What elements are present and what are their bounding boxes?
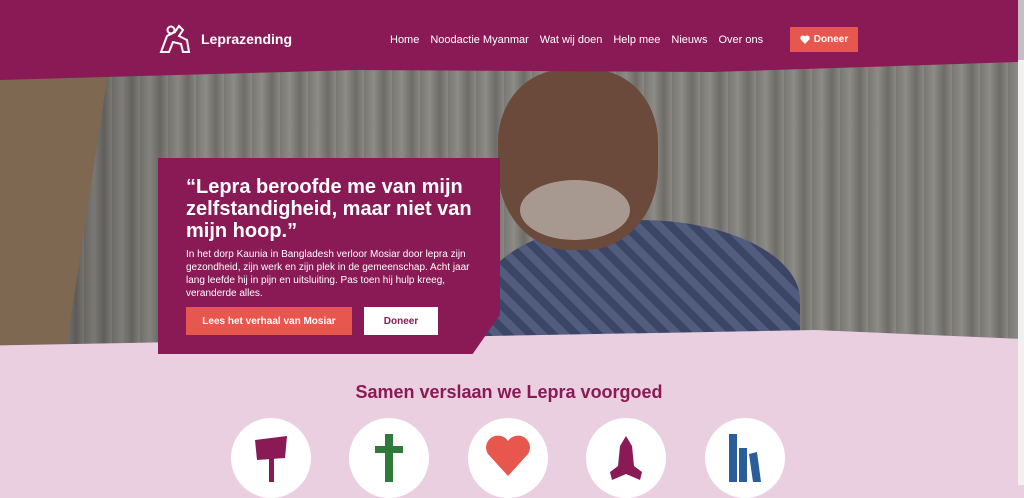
- read-story-button[interactable]: Lees het verhaal van Mosiar: [186, 307, 352, 335]
- praying-hands-icon: [610, 436, 642, 480]
- icon-circle-books[interactable]: [705, 418, 785, 498]
- hero-quote: “Lepra beroofde me van mijn zelfstandigh…: [186, 176, 472, 242]
- nav-item-wat-wij-doen[interactable]: Wat wij doen: [540, 34, 603, 46]
- nav-item-home[interactable]: Home: [390, 34, 419, 46]
- sign-icon: [255, 436, 287, 482]
- icon-circle-sign[interactable]: [231, 418, 311, 498]
- heart-icon: [486, 435, 530, 476]
- donate-header-label: Doneer: [813, 34, 849, 45]
- nav-item-noodactie-myanmar[interactable]: Noodactie Myanmar: [430, 34, 528, 46]
- hero-portrait: [480, 70, 800, 350]
- logo-text: Leprazending: [201, 31, 293, 47]
- nav-item-nieuws[interactable]: Nieuws: [671, 34, 707, 46]
- portrait-beard: [520, 180, 630, 240]
- icon-circle-heart[interactable]: [468, 418, 548, 498]
- section-title: Samen verslaan we Lepra voorgoed: [355, 382, 663, 402]
- icon-circle-cross[interactable]: [349, 418, 429, 498]
- cross-icon: [375, 434, 403, 482]
- scrollbar[interactable]: [1018, 0, 1024, 485]
- donate-hero-button[interactable]: Doneer: [364, 307, 438, 335]
- heart-icon: [800, 35, 810, 44]
- donate-header-button[interactable]: Doneer: [790, 27, 858, 52]
- scrollbar-thumb[interactable]: [1018, 0, 1024, 60]
- logo[interactable]: Leprazending: [157, 22, 292, 56]
- nav-item-help-mee[interactable]: Help mee: [613, 34, 660, 46]
- portrait-shirt: [480, 220, 800, 350]
- nav-item-over-ons[interactable]: Over ons: [719, 34, 764, 46]
- icon-circle-pray[interactable]: [586, 418, 666, 498]
- hero-image: [0, 60, 1018, 350]
- hero-quote-card: “Lepra beroofde me van mijn zelfstandigh…: [158, 158, 500, 354]
- books-icon: [729, 434, 761, 482]
- hero-body-text: In het dorp Kaunia in Bangladesh verloor…: [186, 249, 470, 299]
- main-nav: Home Noodactie Myanmar Wat wij doen Help…: [390, 34, 774, 46]
- logo-icon: [159, 24, 191, 53]
